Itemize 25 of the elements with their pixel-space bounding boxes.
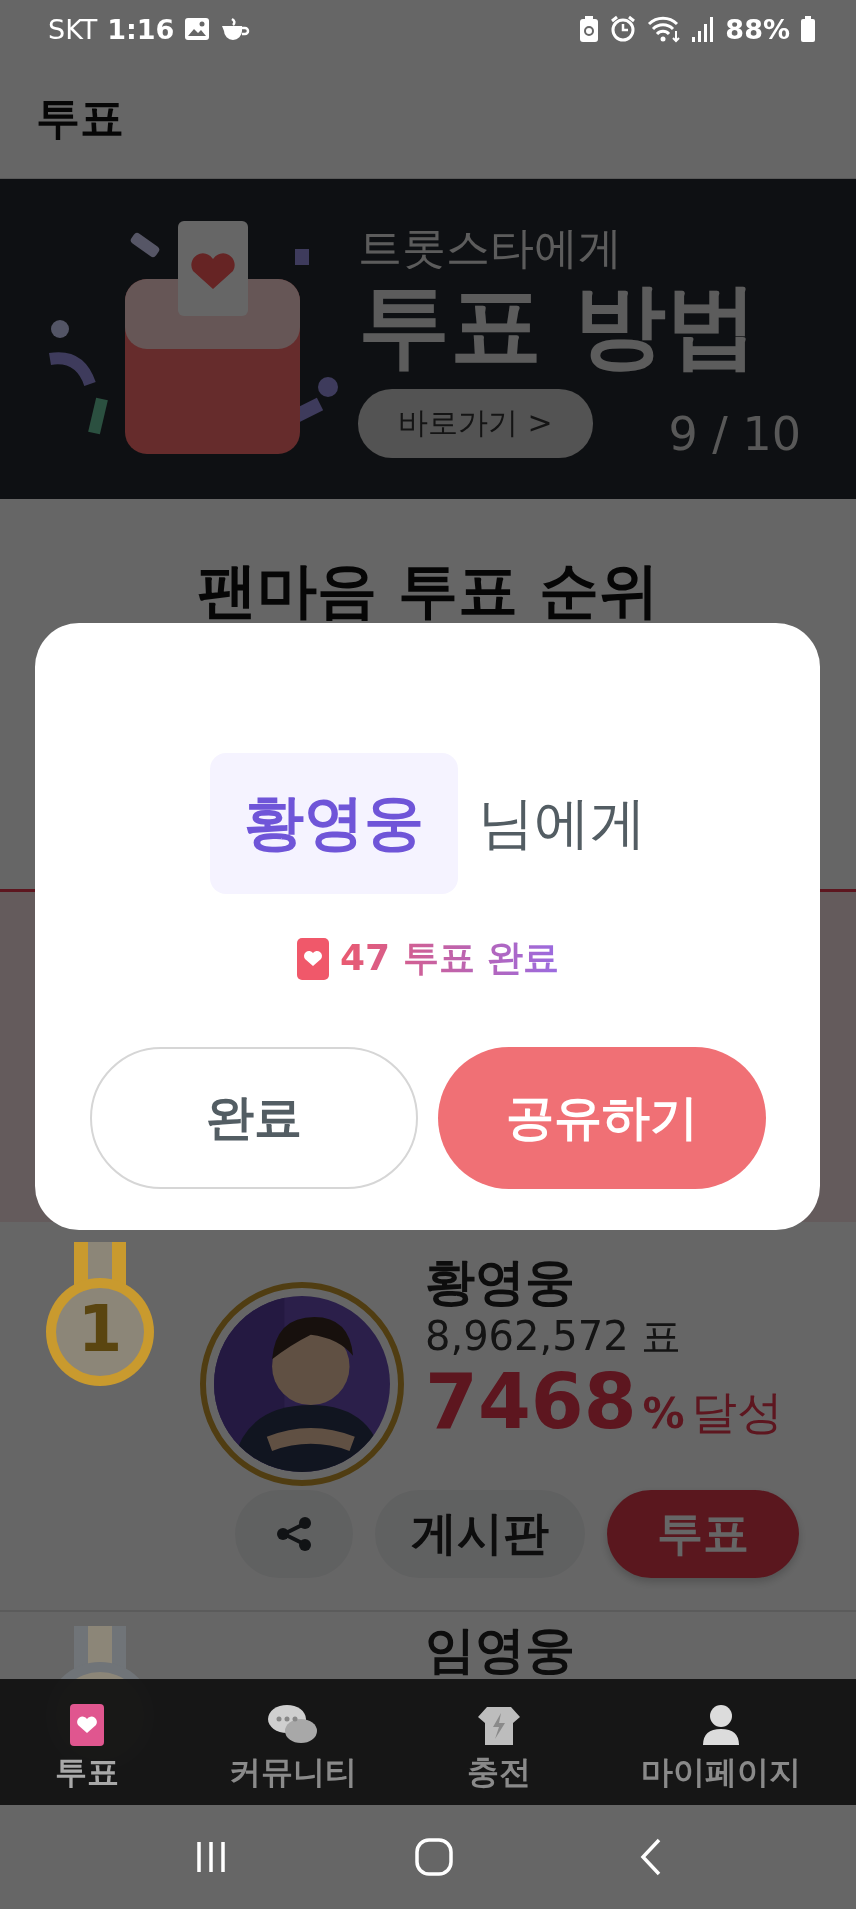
carrier-name: SKT	[48, 13, 98, 45]
recipient-suffix: 님에게	[477, 788, 646, 857]
achievement-label: 달성	[690, 1384, 783, 1441]
done-button[interactable]: 완료	[89, 1047, 418, 1189]
section-title: 팬마음 투표 순위	[197, 554, 659, 627]
candidate-name: 임영웅	[425, 1620, 575, 1680]
share-button[interactable]: 공유하기	[437, 1047, 766, 1189]
recipient-name: 황영웅	[209, 753, 458, 894]
banner-page-counter: 9 / 10	[668, 407, 801, 461]
battery-level: 88%	[725, 13, 790, 45]
nav-tab[interactable]: 충전	[467, 1703, 531, 1795]
banner[interactable]: 트롯스타에게 투표 방법 바로가기 > 9 / 10	[0, 179, 856, 499]
board-button[interactable]: 게시판	[375, 1490, 585, 1578]
nav-tab[interactable]: 투표	[55, 1703, 119, 1795]
nav-tab[interactable]: 커뮤니티	[229, 1703, 357, 1795]
banner-subtitle: 트롯스타에게	[358, 221, 622, 275]
clock-time: 1:16	[107, 13, 175, 45]
achievement-percent: 7468	[425, 1360, 637, 1444]
banner-title: 투표 방법	[358, 278, 759, 375]
candidate-name: 황영웅	[425, 1252, 576, 1312]
page-title: 투표	[36, 90, 124, 145]
rank-number: 1	[76, 1297, 124, 1361]
nav-tab[interactable]: 마이페이지	[641, 1703, 801, 1795]
percent-sign: %	[642, 1389, 685, 1438]
vote-count: 8,962,572 표	[425, 1312, 683, 1360]
